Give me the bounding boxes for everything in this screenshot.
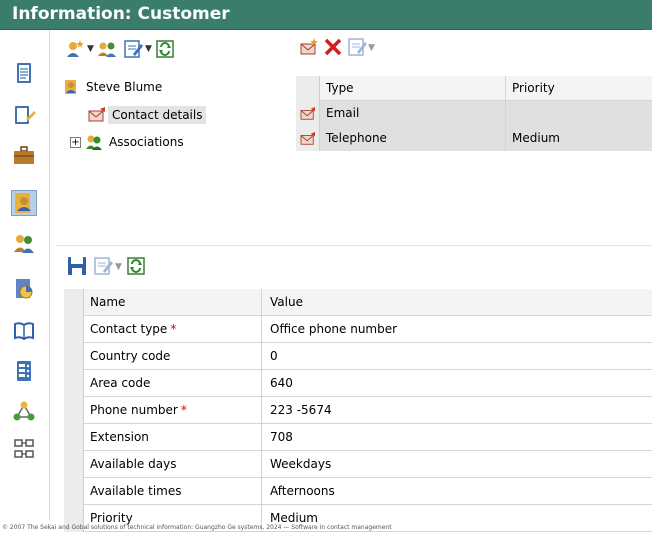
- cell-name: Contact type *: [84, 316, 262, 343]
- row-gutter: [64, 370, 84, 397]
- cell-value[interactable]: Weekdays: [262, 451, 652, 478]
- row-gutter: [64, 289, 84, 316]
- new-contact-detail-icon[interactable]: [298, 36, 320, 58]
- cell-name: Available days: [84, 451, 262, 478]
- row-gutter: [296, 76, 320, 101]
- table-row[interactable]: Email: [296, 101, 652, 126]
- tree-node-label: Associations: [109, 135, 184, 149]
- grid-header: Type Priority: [296, 76, 652, 101]
- window-title: Information: Customer: [12, 4, 230, 24]
- contact-card-icon: [64, 79, 80, 95]
- sidebar: [0, 30, 50, 520]
- cell-type: Email: [320, 101, 506, 126]
- cell-name: Country code: [84, 343, 262, 370]
- cell-name: Available times: [84, 478, 262, 505]
- cell-name: Extension: [84, 424, 262, 451]
- table-row[interactable]: Phone number * 223 -5674: [64, 397, 652, 424]
- table-row[interactable]: Available times Afternoons: [64, 478, 652, 505]
- cell-value[interactable]: 0: [262, 343, 652, 370]
- row-gutter: [64, 451, 84, 478]
- contact-card-icon[interactable]: [11, 190, 37, 216]
- contact-tree: Steve Blume Contact details + Associatio…: [60, 72, 290, 242]
- row-gutter: [64, 478, 84, 505]
- add-contact-icon[interactable]: [64, 38, 86, 60]
- column-header-priority[interactable]: Priority: [506, 76, 652, 101]
- phone-list-icon[interactable]: [11, 358, 37, 384]
- cell-type: Telephone: [320, 126, 506, 151]
- column-header-value[interactable]: Value: [262, 289, 652, 316]
- field-label: Contact type: [90, 322, 168, 336]
- tree-node-label: Steve Blume: [86, 80, 163, 94]
- table-row[interactable]: Country code 0: [64, 343, 652, 370]
- footer-text: © 2007 The Sekai and Gobal solutions of …: [2, 524, 392, 531]
- link-contacts-icon[interactable]: [96, 38, 118, 60]
- cell-priority: [506, 101, 652, 126]
- edit-icon[interactable]: [92, 255, 114, 277]
- tree-node-associations[interactable]: + Associations: [70, 131, 184, 153]
- row-gutter: [64, 397, 84, 424]
- required-marker: *: [180, 403, 187, 417]
- table-row[interactable]: Contact type * Office phone number: [64, 316, 652, 343]
- people-icon: [85, 134, 103, 150]
- cell-value[interactable]: 708: [262, 424, 652, 451]
- chevron-down-icon[interactable]: ▼: [145, 44, 152, 54]
- table-row[interactable]: Available days Weekdays: [64, 451, 652, 478]
- field-label: Phone number: [90, 403, 178, 417]
- network-icon[interactable]: [11, 398, 37, 424]
- book-icon[interactable]: [11, 318, 37, 344]
- tree-node-root[interactable]: Steve Blume: [64, 76, 162, 98]
- panel-divider: [56, 245, 652, 246]
- title-bar-end: [644, 0, 652, 30]
- cell-value[interactable]: 223 -5674: [262, 397, 652, 424]
- cell-name: Phone number *: [84, 397, 262, 424]
- document-icon[interactable]: [11, 60, 37, 86]
- briefcase-icon[interactable]: [11, 142, 37, 168]
- report-icon[interactable]: [11, 276, 37, 302]
- cell-value[interactable]: Afternoons: [262, 478, 652, 505]
- table-row[interactable]: Extension 708: [64, 424, 652, 451]
- row-gutter: [64, 424, 84, 451]
- tree-node-contact-details[interactable]: Contact details: [88, 104, 207, 126]
- cell-value[interactable]: 640: [262, 370, 652, 397]
- save-icon[interactable]: [66, 255, 88, 277]
- table-row[interactable]: Area code 640: [64, 370, 652, 397]
- required-marker: *: [170, 322, 177, 336]
- row-gutter: [64, 343, 84, 370]
- chevron-down-icon[interactable]: ▼: [115, 262, 122, 272]
- column-header-type[interactable]: Type: [320, 76, 506, 101]
- refresh-icon[interactable]: [154, 38, 176, 60]
- envelope-icon: [88, 107, 106, 123]
- title-bar: Information: Customer: [0, 0, 652, 30]
- cell-name: Area code: [84, 370, 262, 397]
- table-row[interactable]: Telephone Medium: [296, 126, 652, 151]
- cell-value[interactable]: Office phone number: [262, 316, 652, 343]
- edit-icon[interactable]: [346, 36, 368, 58]
- expand-icon[interactable]: +: [70, 136, 81, 148]
- edit-icon[interactable]: [122, 38, 144, 60]
- people-icon[interactable]: [11, 230, 37, 256]
- delete-icon[interactable]: [322, 36, 344, 58]
- column-header-name[interactable]: Name: [84, 289, 262, 316]
- edit-document-icon[interactable]: [11, 102, 37, 128]
- envelope-icon: [296, 126, 320, 151]
- grid-header: Name Value: [64, 289, 652, 316]
- chevron-down-icon[interactable]: ▼: [87, 44, 94, 54]
- chevron-down-icon[interactable]: ▼: [368, 43, 375, 53]
- hierarchy-icon[interactable]: [11, 436, 37, 462]
- row-gutter: [64, 316, 84, 343]
- envelope-icon: [296, 101, 320, 126]
- cell-priority: Medium: [506, 126, 652, 151]
- tree-node-label: Contact details: [108, 106, 207, 124]
- refresh-icon[interactable]: [125, 255, 147, 277]
